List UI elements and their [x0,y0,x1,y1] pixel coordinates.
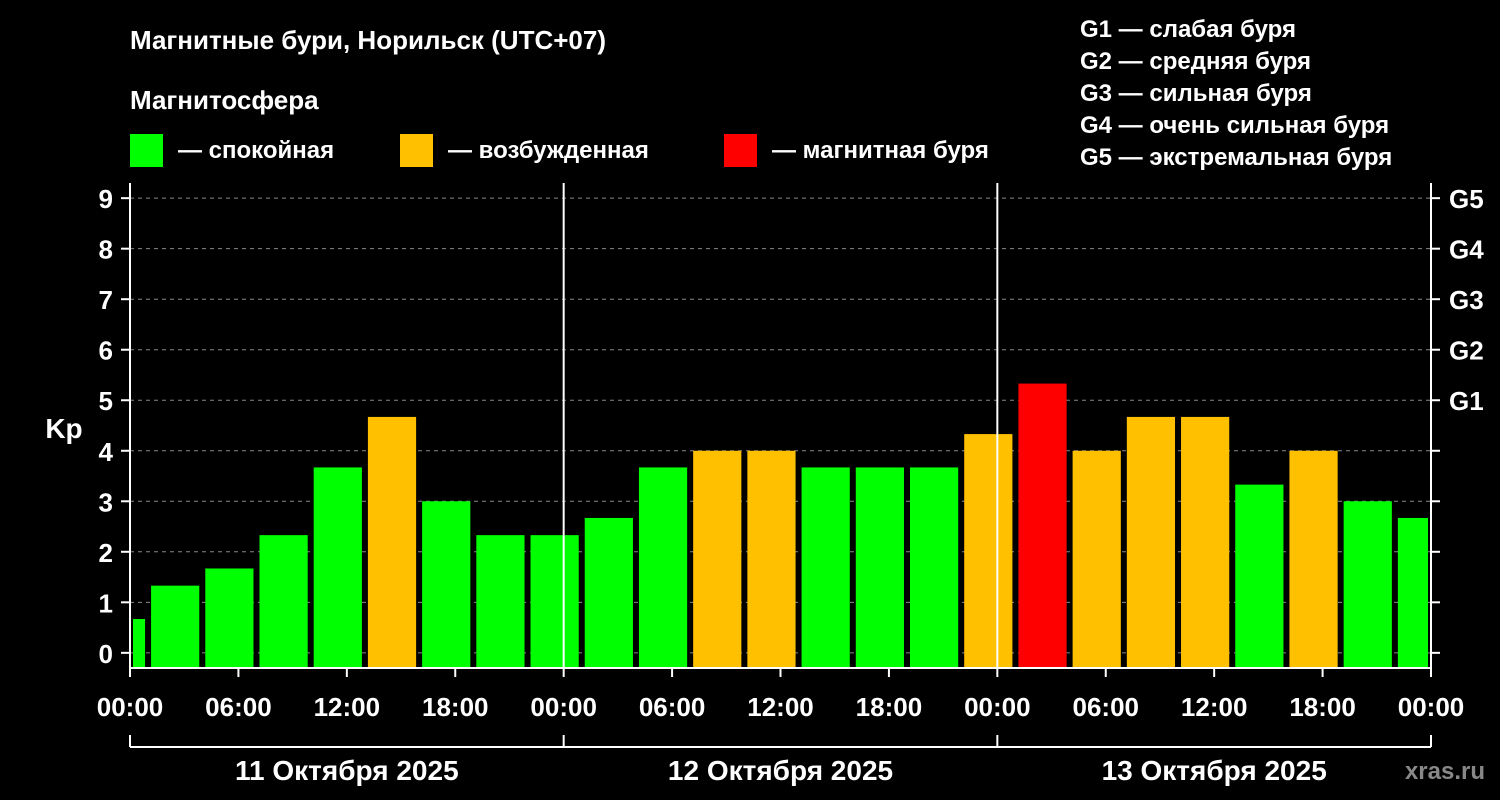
bars [133,383,1428,668]
kp-bar [1343,501,1392,668]
kp-bar [584,517,633,668]
day-label: 11 Октября 2025 [235,755,459,786]
storm-level-g4: G4 — очень сильная буря [1080,112,1389,139]
storm-level-tick-label: G4 [1449,235,1484,265]
kp-bar [367,416,417,668]
watermark: xras.ru [1405,758,1485,785]
kp-bar [1397,517,1428,668]
kp-bar [801,467,850,668]
x-tick-label: 06:00 [205,692,272,722]
x-tick-label: 00:00 [97,692,164,722]
y-tick-label: 2 [99,538,113,568]
legend-swatch-quiet [130,134,163,167]
kp-bar [530,535,579,668]
kp-bar [476,535,525,668]
y-tick-label: 4 [99,437,114,467]
storm-level-tick-label: G1 [1449,386,1484,416]
x-tick-label: 18:00 [422,692,489,722]
day-label: 13 Октября 2025 [1102,755,1327,786]
x-tick-label: 12:00 [314,692,381,722]
y-tick-label: 9 [99,184,113,214]
x-tick-label: 06:00 [639,692,706,722]
kp-bar [1289,450,1338,668]
storm-level-g2: G2 — средняя буря [1080,48,1311,75]
kp-bar [1181,416,1230,668]
kp-bar [909,467,959,668]
kp-bar [1072,450,1121,668]
kp-bar [259,535,308,668]
y-tick-label: 6 [99,336,113,366]
kp-bar [747,450,796,668]
y-axis-label: Kp [45,413,82,444]
storm-level-g5: G5 — экстремальная буря [1080,144,1392,171]
kp-bar [693,450,742,668]
storm-level-tick-label: G3 [1449,285,1484,315]
kp-bar [205,568,254,668]
kp-bar [313,467,362,668]
storm-level-g1: G1 — слабая буря [1080,16,1296,43]
x-tick-label: 18:00 [1289,692,1356,722]
y-tick-label: 8 [99,235,113,265]
kp-bar [1018,383,1067,668]
kp-bar [133,618,146,668]
legend-label-storm: — магнитная буря [772,137,989,164]
day-label: 12 Октября 2025 [668,755,893,786]
y-tick-label: 3 [99,487,113,517]
kp-bar [1235,484,1284,668]
storm-level-g3: G3 — сильная буря [1080,80,1312,107]
kp-bar [151,585,200,668]
magnetosphere-heading: Магнитосфера [130,85,319,115]
x-tick-label: 12:00 [747,692,814,722]
y-tick-label: 7 [99,285,113,315]
x-tick-label: 06:00 [1073,692,1140,722]
kp-bar [1126,416,1176,668]
storm-level-tick-label: G5 [1449,184,1484,214]
kp-chart: Магнитные бури, Норильск (UTC+07) Магнит… [45,16,1485,786]
legend-swatch-active [400,134,433,167]
y-tick-label: 1 [99,588,113,618]
x-tick-label: 00:00 [1398,692,1465,722]
kp-bar [638,467,688,668]
y-tick-label: 5 [99,386,113,416]
chart-title: Магнитные бури, Норильск (UTC+07) [130,25,606,55]
x-tick-label: 00:00 [530,692,597,722]
kp-bar [964,434,1013,668]
x-tick-label: 00:00 [964,692,1031,722]
x-tick-label: 12:00 [1181,692,1248,722]
legend: — спокойная — возбужденная — магнитная б… [130,134,989,167]
storm-level-tick-label: G2 [1449,336,1484,366]
legend-swatch-storm [724,134,757,167]
x-tick-label: 18:00 [856,692,923,722]
kp-bar [422,501,471,668]
legend-label-quiet: — спокойная [178,137,334,164]
storm-level-legend: G1 — слабая буря G2 — средняя буря G3 — … [1080,16,1392,171]
y-tick-label: 0 [99,639,113,669]
kp-bar [855,467,904,668]
legend-label-active: — возбужденная [448,137,649,164]
